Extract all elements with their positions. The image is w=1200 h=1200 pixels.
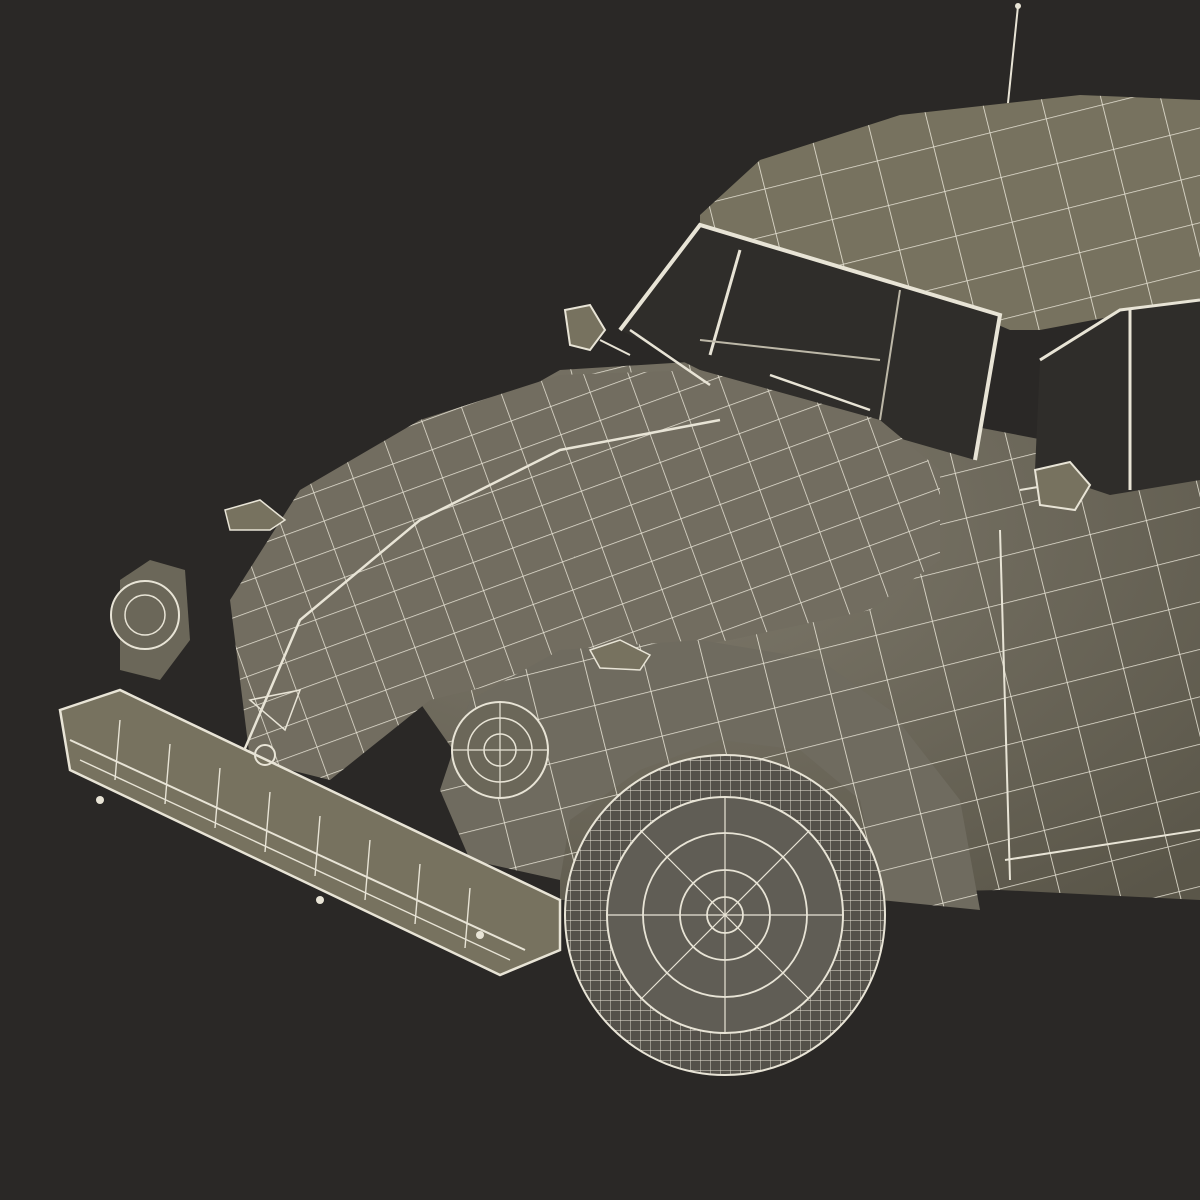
car-wireframe-render [58,3,1200,1076]
front-left-headlight [110,560,190,680]
front-right-headlight [451,701,549,799]
render-viewport [0,0,1200,1200]
